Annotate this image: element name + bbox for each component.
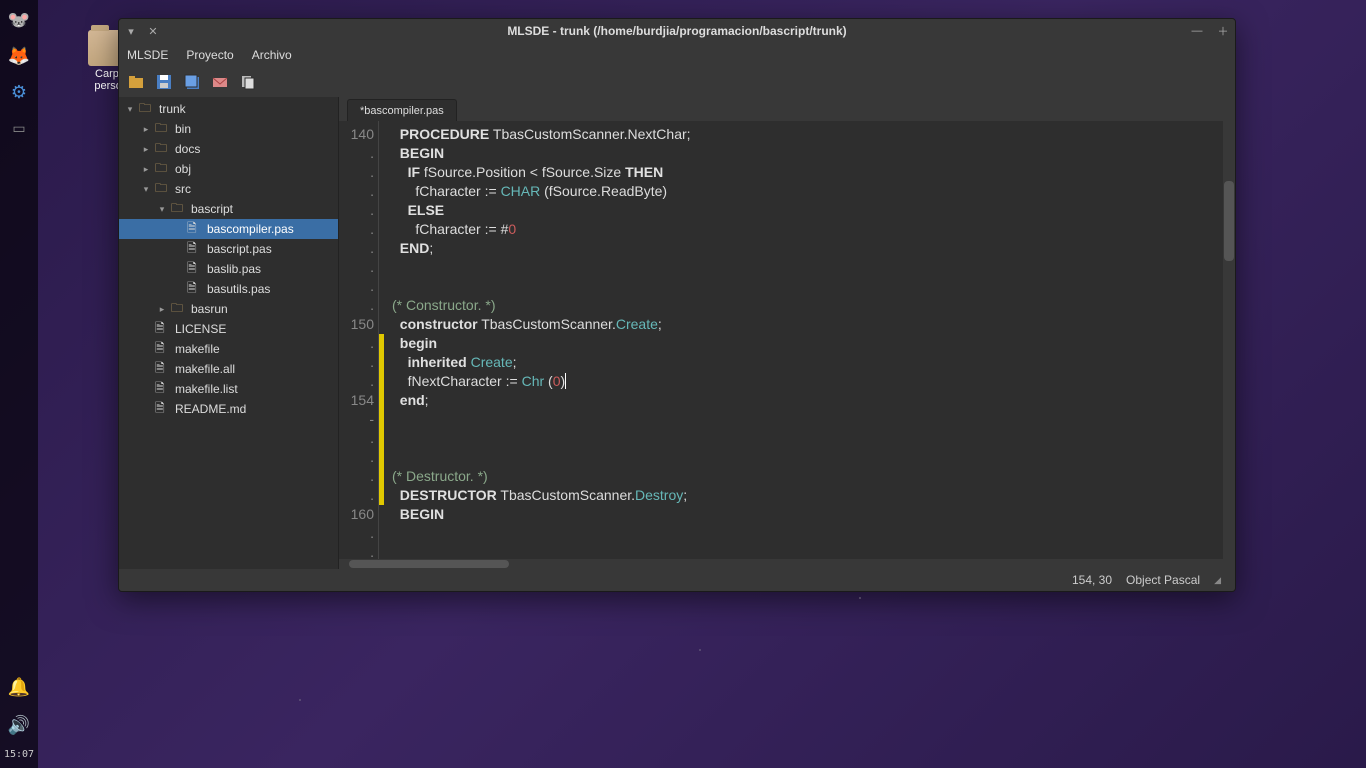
- mail-icon[interactable]: [211, 73, 229, 91]
- tree-item-docs[interactable]: ▸ 🗀 docs: [119, 139, 338, 159]
- tree-item-label: docs: [175, 142, 200, 156]
- file-icon: 🗎: [155, 399, 171, 420]
- tree-item-baslib-pas[interactable]: 🗎 baslib.pas: [119, 259, 338, 279]
- tree-item-label: bascript.pas: [207, 242, 272, 256]
- save-all-icon[interactable]: [183, 73, 201, 91]
- minimize-icon[interactable]: —: [1191, 25, 1203, 37]
- menu-proyecto[interactable]: Proyecto: [186, 48, 233, 62]
- menu-archivo[interactable]: Archivo: [252, 48, 292, 62]
- chevron-icon: ▸: [141, 144, 151, 155]
- code-editor[interactable]: 140.........150...154-....160.. PROCEDUR…: [339, 121, 1235, 559]
- tree-item-bin[interactable]: ▸ 🗀 bin: [119, 119, 338, 139]
- chevron-icon: ▸: [141, 124, 151, 135]
- vertical-scrollbar[interactable]: [1223, 121, 1235, 559]
- workspace: ▾ 🗀 trunk ▸ 🗀 bin ▸ 🗀 docs ▸ 🗀 obj ▾ 🗀 src ▾ 🗀 bascrip…: [119, 97, 1235, 569]
- tree-item-label: trunk: [159, 102, 186, 116]
- tree-item-label: LICENSE: [175, 322, 226, 336]
- volume-icon[interactable]: 🔊: [5, 711, 33, 739]
- tree-item-label: makefile: [175, 342, 220, 356]
- tab-bar: *bascompiler.pas: [339, 97, 1235, 121]
- tree-item-label: makefile.all: [175, 362, 235, 376]
- tree-item-makefile-all[interactable]: 🗎 makefile.all: [119, 359, 338, 379]
- statusbar: 154, 30 Object Pascal ◢: [119, 569, 1235, 591]
- tree-item-label: basutils.pas: [207, 282, 270, 296]
- tree-item-README-md[interactable]: 🗎 README.md: [119, 399, 338, 419]
- file-icon: 🗎: [155, 339, 171, 360]
- file-icon: 🗎: [155, 379, 171, 400]
- tree-item-label: baslib.pas: [207, 262, 261, 276]
- tree-item-bascompiler-pas[interactable]: 🗎 bascompiler.pas: [119, 219, 338, 239]
- language-mode[interactable]: Object Pascal: [1126, 573, 1200, 587]
- scrollbar-thumb[interactable]: [1224, 181, 1234, 261]
- chevron-icon: ▸: [141, 164, 151, 175]
- code-area[interactable]: PROCEDURE TbasCustomScanner.NextChar; BE…: [384, 121, 1223, 559]
- tree-item-src[interactable]: ▾ 🗀 src: [119, 179, 338, 199]
- chevron-icon: ▸: [157, 304, 167, 315]
- notifications-icon[interactable]: 🔔: [5, 673, 33, 701]
- open-icon[interactable]: [127, 73, 145, 91]
- toolbar: [119, 67, 1235, 97]
- horizontal-scrollbar[interactable]: [339, 559, 1235, 569]
- tree-item-label: bascompiler.pas: [207, 222, 294, 236]
- editor-panel: *bascompiler.pas 140.........150...154-.…: [339, 97, 1235, 569]
- scrollbar-thumb[interactable]: [349, 560, 509, 568]
- chevron-icon: ▾: [141, 184, 151, 195]
- tree-item-label: README.md: [175, 402, 246, 416]
- tree-item-label: basrun: [191, 302, 228, 316]
- folder-icon: 🗀: [155, 119, 171, 140]
- dock-panel: 🐭 🦊 ⚙ ▭ 🔔 🔊 15:07: [0, 0, 38, 768]
- folder-icon: 🗀: [155, 159, 171, 180]
- chevron-down-icon: ▾: [125, 104, 135, 115]
- tab-bascompiler[interactable]: *bascompiler.pas: [347, 99, 457, 121]
- dock-app-xfce-icon[interactable]: 🐭: [5, 6, 33, 34]
- file-icon: 🗎: [187, 219, 203, 240]
- maximize-icon[interactable]: ＋: [1217, 25, 1229, 37]
- folder-icon: 🗀: [139, 99, 155, 120]
- close-icon[interactable]: ✕: [147, 25, 159, 37]
- file-icon: 🗎: [187, 259, 203, 280]
- tree-item-basutils-pas[interactable]: 🗎 basutils.pas: [119, 279, 338, 299]
- tree-item-bascript-pas[interactable]: 🗎 bascript.pas: [119, 239, 338, 259]
- tree-item-bascript[interactable]: ▾ 🗀 bascript: [119, 199, 338, 219]
- file-icon: 🗎: [155, 319, 171, 340]
- tree-item-label: bin: [175, 122, 191, 136]
- tree-item-label: makefile.list: [175, 382, 238, 396]
- file-icon: 🗎: [155, 359, 171, 380]
- tree-root[interactable]: ▾ 🗀 trunk: [119, 99, 338, 119]
- tree-item-LICENSE[interactable]: 🗎 LICENSE: [119, 319, 338, 339]
- tree-item-basrun[interactable]: ▸ 🗀 basrun: [119, 299, 338, 319]
- tree-item-label: obj: [175, 162, 191, 176]
- menu-mlsde[interactable]: MLSDE: [127, 48, 168, 62]
- statusbar-grip-icon[interactable]: ◢: [1214, 575, 1221, 586]
- save-icon[interactable]: [155, 73, 173, 91]
- file-tree[interactable]: ▾ 🗀 trunk ▸ 🗀 bin ▸ 🗀 docs ▸ 🗀 obj ▾ 🗀 src ▾ 🗀 bascrip…: [119, 97, 339, 569]
- titlebar[interactable]: ▾ ✕ MLSDE - trunk (/home/burdjia/program…: [119, 19, 1235, 43]
- dock-app-settings-icon[interactable]: ⚙: [5, 78, 33, 106]
- app-window: ▾ ✕ MLSDE - trunk (/home/burdjia/program…: [118, 18, 1236, 592]
- dock-app-firefox-icon[interactable]: 🦊: [5, 42, 33, 70]
- window-menu-icon[interactable]: ▾: [125, 25, 137, 37]
- folder-icon: 🗀: [171, 199, 187, 220]
- folder-icon: 🗀: [155, 139, 171, 160]
- chevron-icon: ▾: [157, 204, 167, 215]
- file-icon: 🗎: [187, 239, 203, 260]
- tree-item-obj[interactable]: ▸ 🗀 obj: [119, 159, 338, 179]
- tree-item-label: bascript: [191, 202, 233, 216]
- copy-icon[interactable]: [239, 73, 257, 91]
- folder-icon: 🗀: [155, 179, 171, 200]
- tree-item-makefile[interactable]: 🗎 makefile: [119, 339, 338, 359]
- window-title: MLSDE - trunk (/home/burdjia/programacio…: [507, 24, 846, 38]
- file-icon: 🗎: [187, 279, 203, 300]
- clock[interactable]: 15:07: [4, 749, 34, 760]
- tree-item-makefile-list[interactable]: 🗎 makefile.list: [119, 379, 338, 399]
- tree-item-label: src: [175, 182, 191, 196]
- cursor-position: 154, 30: [1072, 573, 1112, 587]
- menubar: MLSDE Proyecto Archivo: [119, 43, 1235, 67]
- line-gutter: 140.........150...154-....160..: [339, 121, 379, 559]
- dock-app-files-icon[interactable]: ▭: [5, 114, 33, 142]
- folder-icon: 🗀: [171, 299, 187, 320]
